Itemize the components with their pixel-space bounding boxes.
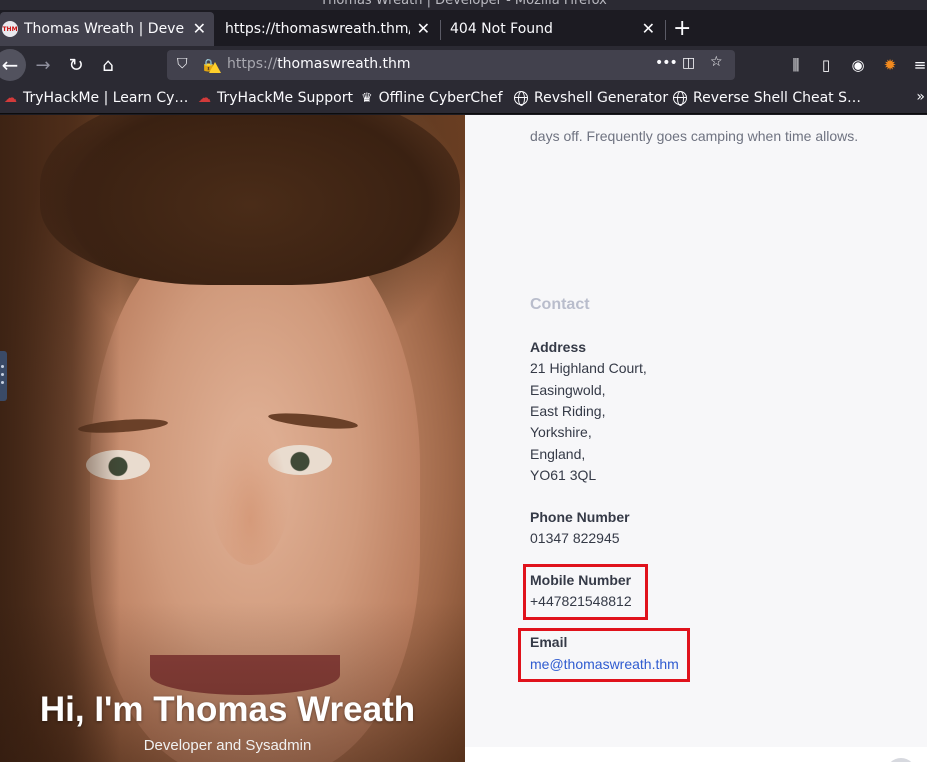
library-icon[interactable]: ⫼ [785,54,807,76]
window-titlebar: Thomas Wreath | Developer - Mozilla Fire… [0,0,927,10]
tab-404-not-found[interactable]: 404 Not Found ✕ [441,12,663,46]
tryhackme-cloud-icon: ☁ [198,90,211,106]
bookmark-label: Reverse Shell Cheat S… [693,90,861,106]
email-highlight-box [518,628,690,682]
url-text[interactable]: https://thomaswreath.thm [227,56,411,72]
hero-role: Developer and Sysadmin [143,737,312,754]
about-text-tail: days off. Frequently goes camping when t… [530,128,859,144]
bookmark-tryhackme[interactable]: ☁ TryHackMe | Learn Cy… [4,90,188,106]
bookmark-label: TryHackMe | Learn Cy… [23,90,189,106]
foxyproxy-extension-icon[interactable]: ✹ [879,54,901,76]
reload-icon: ↻ [68,54,84,76]
url-host: thomaswreath.thm [277,56,411,72]
url-bar[interactable]: ⛉ 🔒 https://thomaswreath.thm ••• ◫ ☆ [167,50,735,80]
reload-button[interactable]: ↻ [64,53,88,77]
sidebar-drag-handle[interactable] [0,351,7,401]
sidebar-icon[interactable]: ▯ [815,54,837,76]
bookmark-label: TryHackMe Support [217,90,353,106]
address-line: East Riding, [530,403,606,419]
bookmark-revshell-generator[interactable]: Revshell Generator [514,90,668,106]
profile-photo: Hi, I'm Thomas Wreath Developer and Sysa… [0,115,465,762]
address-label: Address [530,339,587,355]
mobile-highlight-box [523,564,648,620]
tab-separator [665,20,666,40]
account-icon[interactable]: ◉ [847,54,869,76]
home-icon: ⌂ [102,54,114,76]
globe-icon [673,91,687,106]
tab-close-icon[interactable]: ✕ [417,19,430,38]
url-scheme: https:// [227,56,278,72]
tab-title: Thomas Wreath | Developer [24,21,184,37]
bookmark-tryhackme-support[interactable]: ☁ TryHackMe Support [198,90,353,106]
address-line: England, [530,446,586,462]
bookmark-label: Revshell Generator [534,90,669,106]
bookmarks-overflow-button[interactable]: » [916,89,925,105]
tracking-protection-shield-icon[interactable]: ⛉ [177,56,188,72]
tab-title: https://thomaswreath.thm/ [225,21,410,37]
next-section-edge [465,747,927,762]
bookmark-label: Offline CyberChef [378,90,503,106]
tryhackme-cloud-icon: ☁ [4,90,17,106]
chef-hat-icon: ♛ [361,90,373,106]
forward-button[interactable]: → [31,53,55,77]
globe-icon [514,91,528,106]
back-arrow-icon: ← [1,53,19,77]
tab-title: 404 Not Found [450,21,553,37]
bookmark-offline-cyberchef[interactable]: ♛ Offline CyberChef [361,90,503,106]
photo-nose [210,415,290,565]
address-line: YO61 3QL [530,467,597,483]
hero-name: Hi, I'm Thomas Wreath [39,690,416,729]
tab-strip: THM Thomas Wreath | Developer ✕ https://… [0,10,927,46]
page-content: Hi, I'm Thomas Wreath Developer and Sysa… [0,115,927,762]
new-tab-button[interactable]: + [673,16,691,41]
tab-thomaswreath-url[interactable]: https://thomaswreath.thm/ ✕ [216,12,438,46]
forward-arrow-icon: → [35,54,51,76]
insecure-warning-icon [209,62,221,73]
home-button[interactable]: ⌂ [96,53,120,77]
address-line: Easingwold, [530,382,606,398]
contact-heading: Contact [530,296,590,313]
navigation-toolbar: ← → ↻ ⌂ ⛉ 🔒 https://thomaswreath.thm •••… [0,46,927,84]
phone-label: Phone Number [530,509,630,525]
bookmarks-toolbar: ☁ TryHackMe | Learn Cy… ☁ TryHackMe Supp… [0,84,927,114]
address-line: 21 Highland Court, [530,360,647,376]
tab-close-icon[interactable]: ✕ [642,19,655,38]
window-title: Thomas Wreath | Developer - Mozilla Fire… [320,0,607,8]
bookmark-reverse-shell-cheat-sheet[interactable]: Reverse Shell Cheat S… [673,90,861,106]
page-actions-menu-icon[interactable]: ••• [655,55,678,71]
back-button[interactable]: ← [0,49,26,81]
phone-value: 01347 822945 [530,530,620,546]
overflow-menu-icon[interactable]: ≡ [909,54,927,76]
tab-thomas-wreath[interactable]: THM Thomas Wreath | Developer ✕ [0,12,214,46]
address-line: Yorkshire, [530,424,592,440]
tab-close-icon[interactable]: ✕ [193,19,206,38]
pocket-icon[interactable]: ◫ [682,55,695,71]
tryhackme-favicon-icon: THM [2,21,18,37]
bookmark-star-icon[interactable]: ☆ [710,54,723,70]
